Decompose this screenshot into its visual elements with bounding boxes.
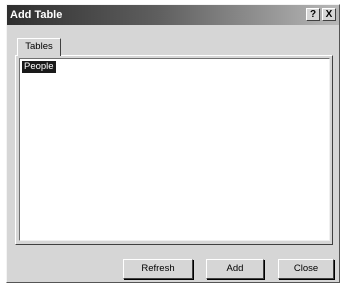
tab-panel-tables: People	[15, 55, 333, 245]
close-window-button[interactable]: X	[322, 8, 336, 21]
close-button[interactable]: Close	[278, 259, 334, 279]
list-item-label: People	[24, 61, 54, 72]
tab-tables-label: Tables	[25, 41, 53, 52]
list-item-people[interactable]: People	[22, 61, 56, 73]
refresh-button-label: Refresh	[141, 263, 175, 274]
close-icon: X	[325, 9, 333, 20]
add-table-dialog: Add Table ? X Tables People Refresh Add …	[6, 4, 340, 283]
help-icon: ?	[309, 9, 317, 20]
tables-list[interactable]: People	[19, 58, 330, 241]
tab-tables[interactable]: Tables	[17, 38, 61, 56]
add-button[interactable]: Add	[206, 259, 264, 279]
close-button-label: Close	[293, 263, 319, 274]
refresh-button[interactable]: Refresh	[123, 259, 193, 279]
add-button-label: Add	[226, 263, 244, 274]
dialog-title: Add Table	[10, 9, 63, 21]
title-bar[interactable]: Add Table ? X	[7, 5, 339, 25]
help-button[interactable]: ?	[306, 8, 320, 21]
